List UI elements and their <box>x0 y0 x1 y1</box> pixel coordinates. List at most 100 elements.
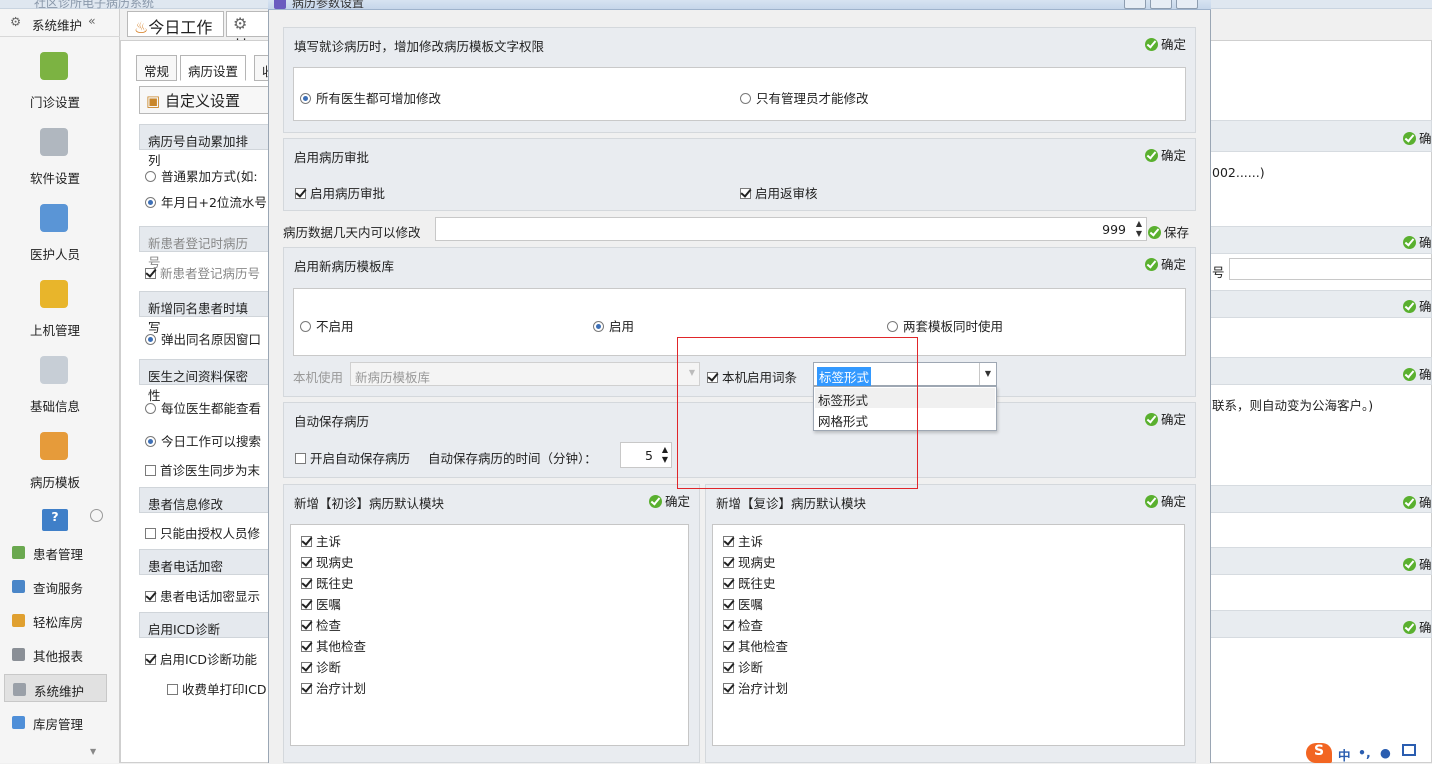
spinner-arrows-icon[interactable]: ▲ ▼ <box>1136 219 1142 239</box>
confirm-button[interactable]: 确 <box>1403 554 1432 573</box>
sidebar-item-system-maintenance[interactable]: 系统维护 <box>4 674 107 702</box>
item-label: 医嘱 <box>316 597 342 612</box>
radio-all-doctors[interactable]: 所有医生都可增加修改 <box>300 88 441 107</box>
sidebar-item-reports[interactable]: 其他报表 <box>4 640 107 668</box>
list-item[interactable]: 诊断 <box>723 657 763 676</box>
confirm-button[interactable]: 确 <box>1403 128 1432 147</box>
list-item[interactable]: 治疗计划 <box>301 678 366 697</box>
list-item[interactable]: 主诉 <box>723 531 763 550</box>
edit-days-spinner[interactable]: 999 ▲ ▼ <box>435 217 1147 241</box>
chevron-down-icon[interactable]: ▼ <box>979 363 996 385</box>
tab-general[interactable]: 常规 <box>136 55 178 81</box>
sidebar-item-warehouse[interactable]: 库房管理 <box>4 708 107 736</box>
option-line[interactable]: 启用ICD诊断功能 <box>139 645 269 672</box>
confirm-button[interactable]: 确定 <box>1145 34 1186 53</box>
confirm-button[interactable]: 确 <box>1403 364 1432 383</box>
confirm-button[interactable]: 确 <box>1403 296 1432 315</box>
microphone-icon[interactable]: ● <box>1380 745 1391 760</box>
confirm-button[interactable]: 确 <box>1403 232 1432 251</box>
confirm-button[interactable]: 确定 <box>1145 254 1186 273</box>
radio-admin-only[interactable]: 只有管理员才能修改 <box>740 88 869 107</box>
list-item[interactable]: 医嘱 <box>301 594 341 613</box>
list-item[interactable]: 现病史 <box>301 552 354 571</box>
keyboard-icon[interactable] <box>1402 744 1416 756</box>
scroll-down-icon[interactable]: ▼ <box>90 747 96 756</box>
checkbox-enable-approval[interactable]: 启用病历审批 <box>295 183 385 202</box>
sidebar-item-staff[interactable]: 医护人员 <box>0 204 110 274</box>
sidebar-item-label: 软件设置 <box>29 171 80 186</box>
checkbox-enable-reapproval[interactable]: 启用返审核 <box>740 183 818 202</box>
sidebar-item-label: 系统维护 <box>34 684 85 699</box>
spinner-arrows-icon[interactable]: ▲ ▼ <box>662 445 668 465</box>
sidebar-item-login-management[interactable]: 上机管理 <box>0 280 110 350</box>
save-button[interactable]: 保存 <box>1148 222 1189 241</box>
confirm-button[interactable]: 确定 <box>649 491 690 510</box>
option-line[interactable]: 收费单打印ICD <box>161 675 269 702</box>
interval-spinner[interactable]: 5 ▲ ▼ <box>620 442 672 468</box>
list-item[interactable]: 医嘱 <box>723 594 763 613</box>
list-item[interactable]: 主诉 <box>301 531 341 550</box>
list-item[interactable]: 诊断 <box>301 657 341 676</box>
list-item[interactable]: 其他检查 <box>723 636 788 655</box>
interval-label: 自动保存病历的时间（分钟）： <box>428 451 597 466</box>
radio-disabled[interactable]: 不启用 <box>300 316 354 335</box>
maximize-button[interactable] <box>1150 0 1172 9</box>
option-label: 启用返审核 <box>755 186 818 201</box>
option-line[interactable]: 患者电话加密显示 <box>139 582 269 609</box>
button-label: 确定 <box>1161 494 1187 509</box>
sogou-icon[interactable]: S <box>1306 743 1332 763</box>
tab-record-settings[interactable]: 病历设置 <box>180 55 247 81</box>
option-line[interactable]: 只能由授权人员修 <box>139 519 269 546</box>
sidebar-item-query[interactable]: 查询服务 <box>4 572 107 600</box>
sidebar-item-software-settings[interactable]: 软件设置 <box>0 128 110 198</box>
option-label: 启用病历审批 <box>310 186 386 201</box>
check-icon <box>649 495 662 508</box>
confirm-button[interactable]: 确定 <box>1145 409 1186 428</box>
expand-icon[interactable] <box>90 509 103 522</box>
option-line[interactable]: 普通累加方式(如: <box>139 162 269 189</box>
sidebar-item-label: 门诊设置 <box>29 95 80 110</box>
radio-enabled[interactable]: 启用 <box>593 316 634 335</box>
item-label: 既往史 <box>316 576 354 591</box>
list-item[interactable]: 既往史 <box>301 573 354 592</box>
radio-both-templates[interactable]: 两套模板同时使用 <box>887 316 1003 335</box>
item-label: 现病史 <box>316 555 354 570</box>
option-line[interactable]: 弹出同名原因窗口 <box>139 325 269 352</box>
tab-today-work[interactable]: ♨今日工作 <box>127 11 224 37</box>
list-item[interactable]: 治疗计划 <box>723 678 788 697</box>
local-template-select[interactable]: 新病历模板库 ▼ <box>350 362 700 386</box>
group-title: 患者电话加密 <box>148 559 224 574</box>
sidebar-item-warehouse-easy[interactable]: 轻松库房 <box>4 606 107 634</box>
confirm-button[interactable]: 确 <box>1403 617 1432 636</box>
confirm-button[interactable]: 确定 <box>1145 491 1186 510</box>
close-button[interactable] <box>1176 0 1198 9</box>
punctuation-mode[interactable]: •, <box>1358 745 1371 760</box>
checkbox-auto-save[interactable]: 开启自动保存病历 <box>295 448 410 467</box>
sidebar-item-record-templates[interactable]: 病历模板 <box>0 432 110 502</box>
tab-basic[interactable]: ⚙基 <box>226 11 270 56</box>
item-label: 既往史 <box>738 576 776 591</box>
ime-mode[interactable]: 中 <box>1338 745 1351 764</box>
help-icon[interactable]: ? <box>42 509 68 531</box>
option-line[interactable]: 首诊医生同步为末 <box>139 456 269 483</box>
list-item[interactable]: 检查 <box>301 615 341 634</box>
list-item[interactable]: 既往史 <box>723 573 776 592</box>
option-line[interactable]: 新患者登记病历号 <box>139 259 269 286</box>
collapse-icon[interactable]: « <box>88 13 96 28</box>
sidebar-item-patients[interactable]: 患者管理 <box>4 538 107 566</box>
custom-settings-button[interactable]: ▣ 自定义设置 <box>139 86 270 114</box>
option-line[interactable]: 今日工作可以搜索 <box>139 427 269 454</box>
list-item[interactable]: 检查 <box>723 615 763 634</box>
option-line[interactable]: 每位医生都能查看 <box>139 394 269 421</box>
list-item[interactable]: 现病史 <box>723 552 776 571</box>
list-item[interactable]: 其他检查 <box>301 636 366 655</box>
option-line[interactable]: 年月日+2位流水号 <box>139 188 269 215</box>
minimize-button[interactable] <box>1124 0 1146 9</box>
confirm-button[interactable]: 确 <box>1403 492 1432 511</box>
confirm-button[interactable]: 确定 <box>1145 145 1186 164</box>
sidebar-item-basic-info[interactable]: 基础信息 <box>0 356 110 426</box>
sidebar-item-clinic-settings[interactable]: 门诊设置 <box>0 52 110 122</box>
text-input[interactable] <box>1229 258 1432 280</box>
check-icon <box>1145 38 1158 51</box>
spinner-value: 5 <box>645 448 653 463</box>
